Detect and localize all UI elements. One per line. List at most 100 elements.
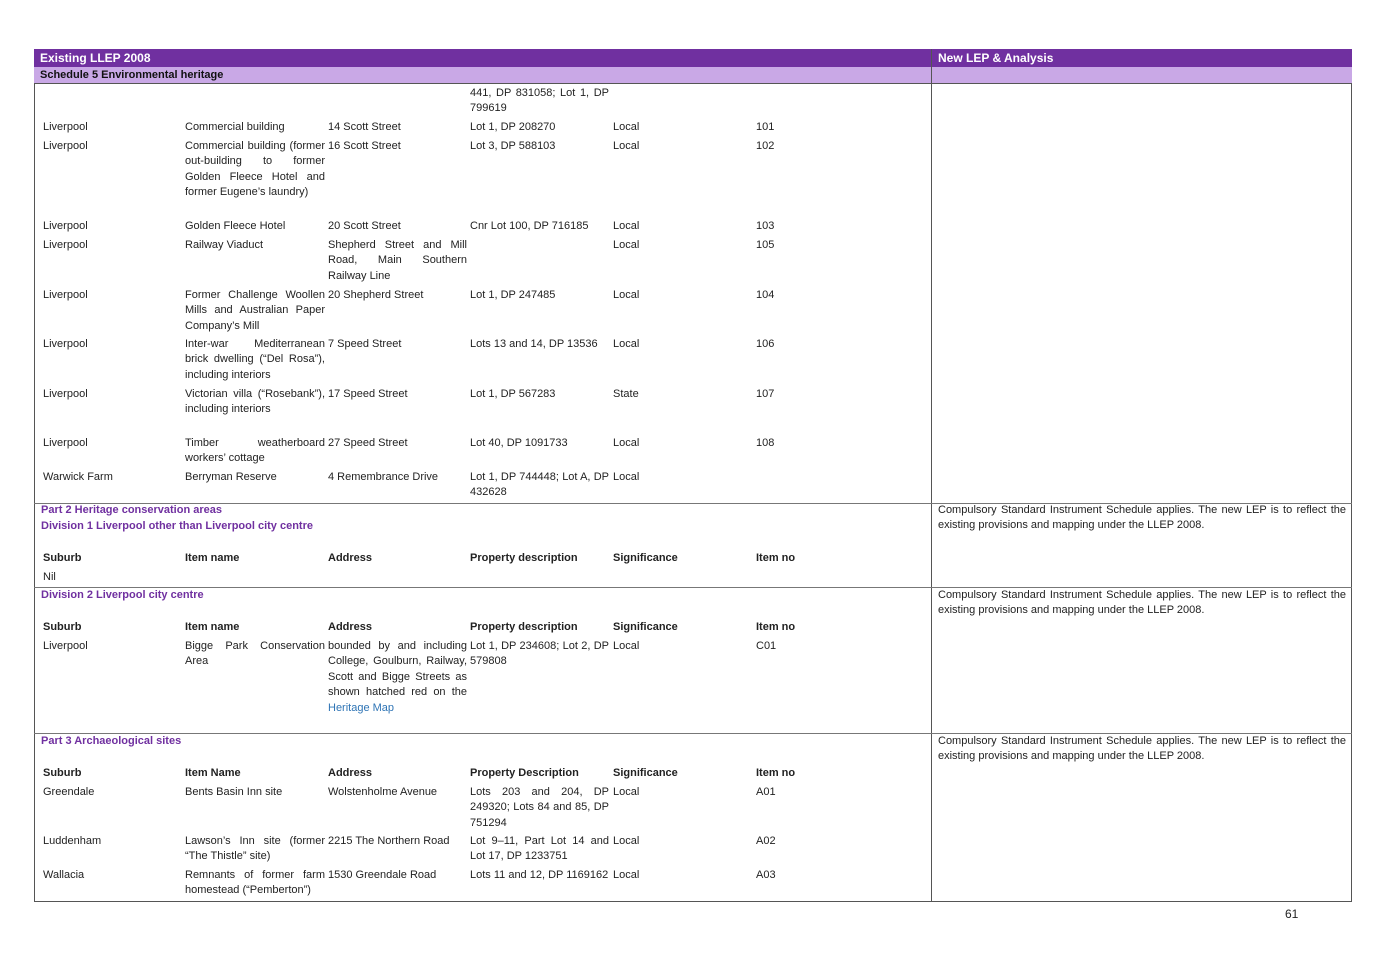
cell-address: 14 Scott Street: [328, 121, 401, 133]
cell-item: Inter-war Mediterranean brick dwelling (…: [185, 338, 325, 381]
cell-desc: Lot 40, DP 1091733: [470, 437, 568, 449]
cell-no: 104: [756, 289, 775, 301]
cell-suburb: Suburb: [43, 767, 82, 779]
cell-sig: Local: [613, 786, 640, 798]
cell-no: A01: [756, 786, 776, 798]
cell-suburb: Liverpool: [43, 239, 88, 251]
cell-sig: Local: [613, 121, 640, 133]
cell-sig: State: [613, 388, 639, 400]
cell-item: Commercial building: [185, 121, 285, 133]
cell-suburb: Suburb: [43, 552, 82, 564]
cell-no: 101: [756, 121, 775, 133]
cell-no: Item no: [756, 767, 796, 779]
cell-address: 4 Remembrance Drive: [328, 471, 439, 483]
cell-item: Berryman Reserve: [185, 471, 277, 483]
part3-title: Part 3 Archaeological sites: [41, 735, 182, 747]
cell-no: 102: [756, 140, 775, 152]
cell-suburb: Liverpool: [43, 140, 88, 152]
cell-suburb: Liverpool: [43, 437, 88, 449]
cell-no: 105: [756, 239, 775, 251]
cell-desc: Lot 3, DP 588103: [470, 140, 556, 152]
cell-sig: Significance: [613, 552, 678, 564]
division2-analysis: Compulsory Standard Instrument Schedule …: [938, 589, 1346, 617]
cell-sig: Local: [613, 239, 640, 251]
cell-address: Shepherd Street and Mill Road, Main Sout…: [328, 239, 467, 282]
cell-desc: Property Description: [470, 767, 579, 779]
cell-desc: Lot 9–11, Part Lot 14 and Lot 17, DP 123…: [470, 835, 609, 863]
cell-address: 2215 The Northern Road: [328, 835, 450, 847]
cell-suburb: Liverpool: [43, 220, 88, 232]
cell-suburb: Warwick Farm: [43, 471, 113, 483]
cell-item: Item name: [185, 621, 240, 633]
cell-desc: Lot 1, DP 208270: [470, 121, 556, 133]
cell-address: 20 Scott Street: [328, 220, 401, 232]
cell-item: Item Name: [185, 767, 241, 779]
div2-suburb: Liverpool: [43, 640, 88, 652]
cell-no: A02: [756, 835, 776, 847]
cell-suburb: Luddenham: [43, 835, 102, 847]
cell-no: A03: [756, 869, 776, 881]
cell-desc: Lot 1, DP 744448; Lot A, DP 432628: [470, 471, 609, 499]
cell-item: Remnants of former farm homestead (“Pemb…: [185, 869, 325, 897]
cell-sig: Significance: [613, 767, 678, 779]
cell-address: Address: [328, 621, 373, 633]
division1-value: Nil: [43, 571, 56, 583]
cell-no: 108: [756, 437, 775, 449]
part3-analysis: Compulsory Standard Instrument Schedule …: [938, 735, 1346, 763]
cell-desc: Cnr Lot 100, DP 716185: [470, 220, 589, 232]
cell-suburb: Liverpool: [43, 121, 88, 133]
cell-desc: Lot 1, DP 567283: [470, 388, 556, 400]
new-lep-header: New LEP & Analysis: [932, 49, 1352, 67]
cell-sig: Local: [613, 220, 640, 232]
heritage-map-link[interactable]: Heritage Map: [328, 702, 394, 714]
cell-suburb: Liverpool: [43, 338, 88, 350]
cell-item: Victorian villa (“Rosebank”), including …: [185, 388, 325, 416]
cell-sig: Local: [613, 869, 640, 881]
cell-desc: Lot 1, DP 247485: [470, 289, 556, 301]
div2-address: bounded by and including College, Goulbu…: [328, 640, 467, 714]
part2-analysis: Compulsory Standard Instrument Schedule …: [938, 504, 1346, 532]
division1-title: Division 1 Liverpool other than Liverpoo…: [41, 520, 313, 532]
cell-sig: Local: [613, 140, 640, 152]
cell-no: Item no: [756, 621, 796, 633]
cell-address: 7 Speed Street: [328, 338, 402, 350]
cell-suburb: Wallacia: [43, 869, 85, 881]
continued-description: 441, DP 831058; Lot 1, DP 799619: [470, 87, 609, 115]
cell-suburb: Greendale: [43, 786, 95, 798]
cell-sig: Local: [613, 289, 640, 301]
cell-suburb: Suburb: [43, 621, 82, 633]
cell-desc: Property description: [470, 552, 578, 564]
cell-address: Address: [328, 552, 373, 564]
cell-address: 16 Scott Street: [328, 140, 401, 152]
cell-no: 106: [756, 338, 775, 350]
existing-llep-header: Existing LLEP 2008: [34, 49, 931, 67]
cell-sig: Local: [613, 835, 640, 847]
div2-desc: Lot 1, DP 234608; Lot 2, DP 579808: [470, 640, 609, 668]
cell-address: 27 Speed Street: [328, 437, 408, 449]
div2-no: C01: [756, 640, 777, 652]
div2-item: Bigge Park Conservation Area: [185, 640, 325, 668]
cell-desc: Lots 13 and 14, DP 13536: [470, 338, 598, 350]
cell-suburb: Liverpool: [43, 289, 88, 301]
cell-address: Wolstenholme Avenue: [328, 786, 438, 798]
cell-sig: Local: [613, 437, 640, 449]
cell-item: Timber weatherboard workers’ cottage: [185, 437, 325, 465]
division2-title: Division 2 Liverpool city centre: [41, 589, 204, 601]
cell-address: 1530 Greendale Road: [328, 869, 437, 881]
cell-item: Bents Basin Inn site: [185, 786, 283, 798]
cell-address: Address: [328, 767, 373, 779]
cell-desc: Property description: [470, 621, 578, 633]
cell-item: Lawson’s Inn site (former “The Thistle” …: [185, 835, 325, 863]
cell-suburb: Liverpool: [43, 388, 88, 400]
cell-item: Item name: [185, 552, 240, 564]
cell-item: Commercial building (former out-building…: [185, 140, 325, 199]
cell-item: Former Challenge Woollen Mills and Austr…: [185, 289, 325, 332]
cell-item: Golden Fleece Hotel: [185, 220, 286, 232]
cell-no: 107: [756, 388, 775, 400]
column-divider: [931, 49, 932, 902]
cell-desc: Lots 11 and 12, DP 1169162: [470, 869, 609, 881]
cell-no: 103: [756, 220, 775, 232]
cell-address: 17 Speed Street: [328, 388, 408, 400]
cell-item: Railway Viaduct: [185, 239, 264, 251]
cell-sig: Significance: [613, 621, 678, 633]
